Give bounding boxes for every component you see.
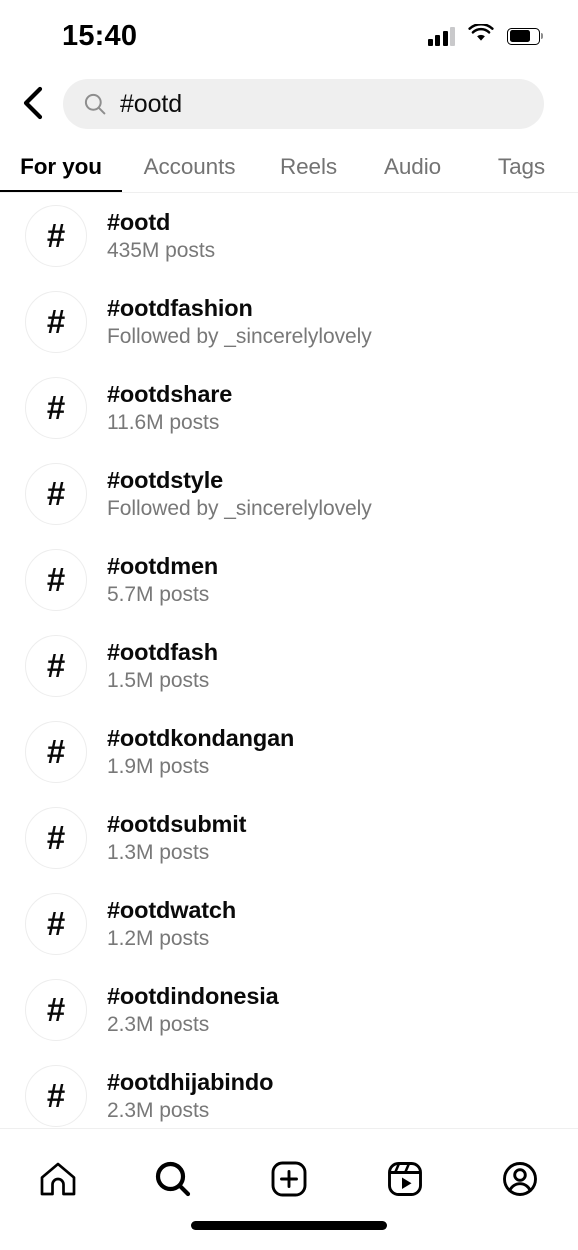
hashtag-name: #ootdhijabindo xyxy=(107,1068,274,1095)
hashtag-glyph: # xyxy=(46,216,66,254)
hashtag-result-text: #ootdwatch 1.2M posts xyxy=(107,896,237,951)
battery-icon xyxy=(507,27,540,45)
hashtag-icon: # xyxy=(25,377,87,439)
hashtag-icon: # xyxy=(25,1065,87,1127)
search-input-value: #ootd xyxy=(120,89,183,118)
hashtag-result-text: #ootdshare 11.6M posts xyxy=(107,380,233,435)
hashtag-icon: # xyxy=(25,549,87,611)
hashtag-result-row[interactable]: # #ootdwatch 1.2M posts xyxy=(0,881,578,967)
hashtag-result-row[interactable]: # #ootdfashion Followed by _sincerelylovel… xyxy=(0,279,578,365)
tab-accounts[interactable]: Accounts xyxy=(122,140,257,193)
hashtag-name: #ootd xyxy=(107,208,171,235)
hashtag-meta: 1.2M posts xyxy=(107,927,210,951)
nav-profile-button[interactable] xyxy=(462,1151,578,1209)
search-header: #ootd xyxy=(0,76,578,132)
wifi-icon xyxy=(468,22,494,48)
hashtag-meta: Followed by _sincerelylovely xyxy=(107,325,372,349)
hashtag-glyph: # xyxy=(46,474,66,512)
hashtag-glyph: # xyxy=(46,388,66,426)
hashtag-result-row[interactable]: # #ootdindonesia 2.3M posts xyxy=(0,967,578,1053)
hashtag-result-text: #ootdsubmit 1.3M posts xyxy=(107,810,247,865)
hashtag-icon: # xyxy=(25,807,87,869)
search-icon xyxy=(83,92,107,116)
hashtag-glyph: # xyxy=(46,818,66,856)
hashtag-glyph: # xyxy=(46,990,66,1028)
hashtag-meta: 5.7M posts xyxy=(107,583,210,607)
hashtag-meta: 2.3M posts xyxy=(107,1013,210,1037)
hashtag-meta: 2.3M posts xyxy=(107,1099,210,1123)
hashtag-result-row[interactable]: # #ootdhijabindo 2.3M posts xyxy=(0,1053,578,1128)
nav-reels-button[interactable] xyxy=(347,1151,463,1209)
hashtag-result-row[interactable]: # #ootdshare 11.6M posts xyxy=(0,365,578,451)
tab-reels[interactable]: Reels xyxy=(257,140,360,193)
hashtag-name: #ootdsubmit xyxy=(107,810,247,837)
hashtag-result-row[interactable]: # #ootd 435M posts xyxy=(0,193,578,279)
hashtag-icon: # xyxy=(25,463,87,525)
hashtag-result-text: #ootdindonesia 2.3M posts xyxy=(107,982,279,1037)
hashtag-result-row[interactable]: # #ootdstyle Followed by _sincerelylovely xyxy=(0,451,578,537)
tab-for-you[interactable]: For you xyxy=(0,140,122,193)
hashtag-result-text: #ootdkondangan 1.9M posts xyxy=(107,724,295,779)
hashtag-name: #ootdfash xyxy=(107,638,218,665)
hashtag-result-text: #ootdstyle Followed by _sincerelylovely xyxy=(107,466,372,521)
bottom-navigation-bar xyxy=(0,1128,578,1250)
search-input[interactable]: #ootd xyxy=(63,79,544,129)
hashtag-meta: 11.6M posts xyxy=(107,411,220,435)
hashtag-name: #ootdwatch xyxy=(107,896,237,923)
hashtag-glyph: # xyxy=(46,560,66,598)
nav-search-button[interactable] xyxy=(116,1151,232,1209)
search-results-list[interactable]: # #ootd 435M posts # #ootdfashion Followed by… xyxy=(0,193,578,1128)
hashtag-name: #ootdmen xyxy=(107,552,219,579)
instagram-search-screen: 15:40 #ootd For you Accounts Reels Audio… xyxy=(0,0,578,1250)
hashtag-name: #ootdfashion xyxy=(107,294,253,321)
reels-icon xyxy=(383,1157,427,1204)
back-button[interactable] xyxy=(10,81,56,127)
status-bar-time: 15:40 xyxy=(62,19,138,52)
nav-home-button[interactable] xyxy=(0,1151,116,1209)
hashtag-result-text: #ootdmen 5.7M posts xyxy=(107,552,219,607)
hashtag-icon: # xyxy=(25,205,87,267)
search-icon xyxy=(151,1157,195,1204)
hashtag-glyph: # xyxy=(46,646,66,684)
hashtag-icon: # xyxy=(25,979,87,1041)
hashtag-result-text: #ootdhijabindo 2.3M posts xyxy=(107,1068,274,1123)
hashtag-icon: # xyxy=(25,291,87,353)
search-tabs: For you Accounts Reels Audio Tags xyxy=(0,140,578,193)
hashtag-glyph: # xyxy=(46,302,66,340)
hashtag-meta: 1.3M posts xyxy=(107,841,210,865)
hashtag-result-text: #ootdfash 1.5M posts xyxy=(107,638,218,693)
hashtag-result-row[interactable]: # #ootdsubmit 1.3M posts xyxy=(0,795,578,881)
hashtag-result-text: #ootdfashion Followed by _sincerelylovely xyxy=(107,294,372,349)
profile-icon xyxy=(498,1157,542,1204)
hashtag-icon: # xyxy=(25,893,87,955)
hashtag-name: #ootdkondangan xyxy=(107,724,295,751)
hashtag-result-row[interactable]: # #ootdkondangan 1.9M posts xyxy=(0,709,578,795)
hashtag-result-row[interactable]: # #ootdfash 1.5M posts xyxy=(0,623,578,709)
hashtag-name: #ootdshare xyxy=(107,380,233,407)
status-bar-indicators xyxy=(427,22,540,48)
hashtag-glyph: # xyxy=(46,1076,66,1114)
home-indicator xyxy=(191,1221,387,1230)
hashtag-icon: # xyxy=(25,721,87,783)
hashtag-name: #ootdstyle xyxy=(107,466,224,493)
home-icon xyxy=(36,1157,80,1204)
back-chevron-icon xyxy=(20,86,46,123)
hashtag-meta: 1.9M posts xyxy=(107,755,210,779)
tab-audio[interactable]: Audio xyxy=(360,140,465,193)
hashtag-glyph: # xyxy=(46,732,66,770)
nav-create-button[interactable] xyxy=(231,1151,347,1209)
hashtag-result-text: #ootd 435M posts xyxy=(107,208,216,263)
hashtag-icon: # xyxy=(25,635,87,697)
status-bar: 15:40 xyxy=(0,0,578,68)
hashtag-result-row[interactable]: # #ootdmen 5.7M posts xyxy=(0,537,578,623)
tab-tags[interactable]: Tags xyxy=(465,140,578,193)
hashtag-meta: Followed by _sincerelylovely xyxy=(107,497,372,521)
cellular-signal-icon xyxy=(427,26,455,46)
hashtag-name: #ootdindonesia xyxy=(107,982,279,1009)
hashtag-meta: 1.5M posts xyxy=(107,669,210,693)
hashtag-meta: 435M posts xyxy=(107,239,216,263)
hashtag-glyph: # xyxy=(46,904,66,942)
create-icon xyxy=(267,1157,311,1204)
